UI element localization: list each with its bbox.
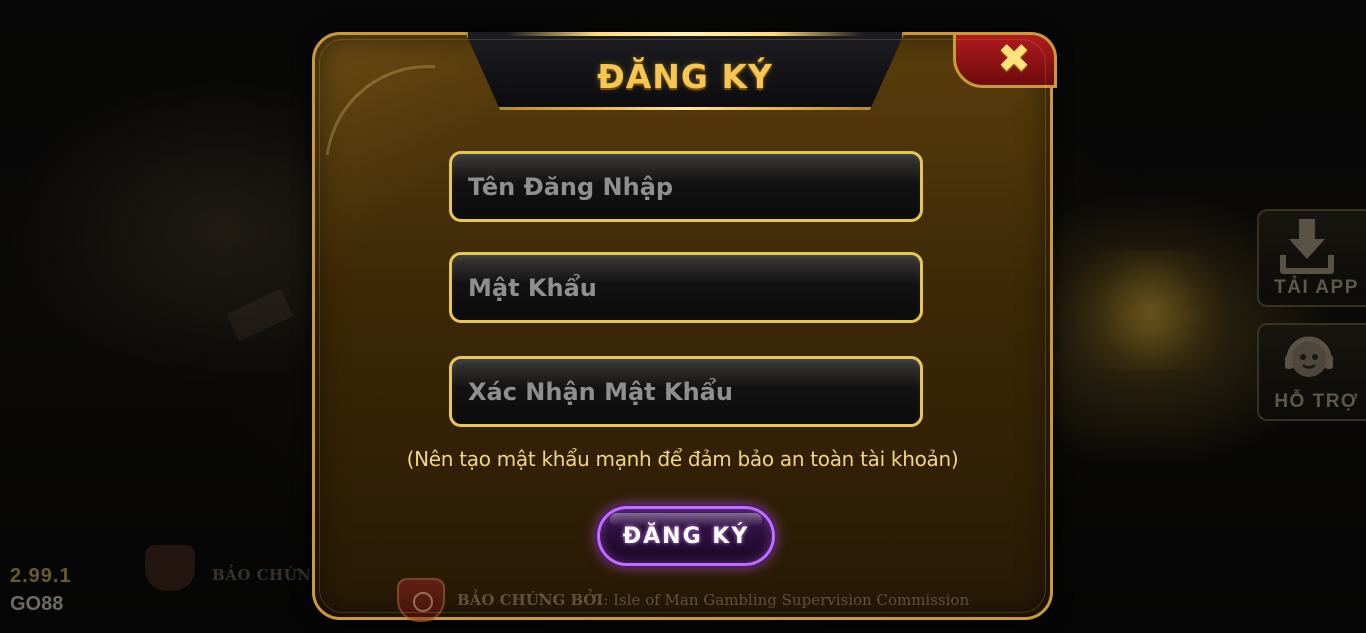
- support-label: HỖ TRỢ: [1274, 391, 1359, 412]
- username-field[interactable]: [449, 151, 923, 222]
- close-button[interactable]: ✖: [953, 32, 1057, 88]
- register-submit-label: ĐĂNG KÝ: [622, 523, 750, 549]
- license-body: : Isle of Man Gambling Supervision Commi…: [603, 591, 970, 609]
- password-hint: (Nên tạo mật khẩu mạnh để đảm bảo an toà…: [406, 447, 959, 471]
- confirm-password-field[interactable]: [449, 356, 923, 427]
- download-icon: [1280, 219, 1334, 274]
- password-input[interactable]: [468, 273, 920, 302]
- password-field[interactable]: [449, 252, 923, 323]
- username-input[interactable]: [468, 172, 920, 201]
- title-tab-glow: [505, 107, 865, 110]
- confirm-password-input[interactable]: [468, 377, 920, 406]
- modal-decoration: [315, 35, 435, 155]
- background-gold-dust: [1060, 250, 1240, 370]
- close-icon: ✖: [997, 36, 1031, 82]
- brand-label: GO88: [10, 593, 64, 615]
- crest-icon: [397, 578, 445, 622]
- modal-title: ĐĂNG KÝ: [597, 57, 773, 96]
- download-app-button[interactable]: TẢI APP: [1257, 209, 1366, 307]
- background-badge-text: BẢO CHỨN: [212, 566, 312, 584]
- download-app-label: TẢI APP: [1274, 277, 1359, 298]
- register-modal: ĐĂNG KÝ ✖ (Nên tạo mật khẩu mạnh để đảm …: [312, 32, 1057, 622]
- support-button[interactable]: HỖ TRỢ: [1257, 323, 1366, 421]
- register-submit-button[interactable]: ĐĂNG KÝ: [597, 506, 775, 566]
- license-prefix: BẢO CHỨNG BỞI: [457, 591, 604, 609]
- background-crest: [145, 545, 195, 591]
- license-footer: BẢO CHỨNG BỞI: Isle of Man Gambling Supe…: [397, 578, 969, 622]
- support-headset-icon: [1285, 336, 1333, 377]
- version-label: 2.99.1: [10, 565, 72, 587]
- license-text: BẢO CHỨNG BỞI: Isle of Man Gambling Supe…: [457, 591, 969, 609]
